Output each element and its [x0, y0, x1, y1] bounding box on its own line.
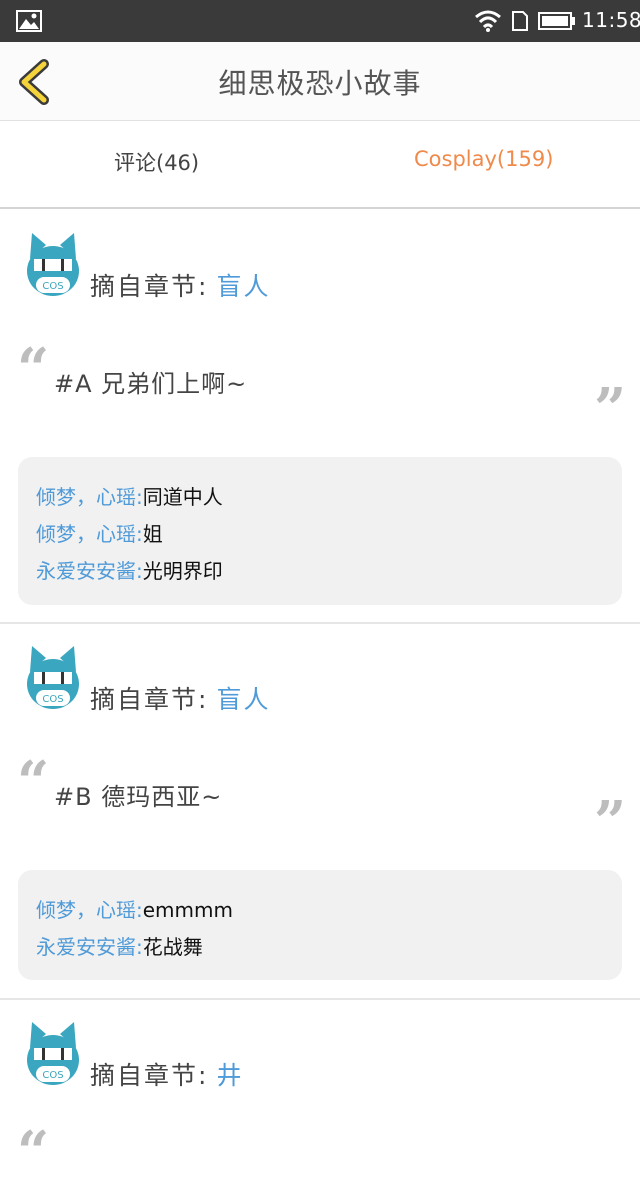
- cos-avatar-icon: COS: [27, 1022, 79, 1085]
- reply-box: 倾梦，心瑶:同道中人 倾梦，心瑶:姐 永爱安安酱:光明界印: [18, 457, 622, 605]
- quote-close-icon: ”: [594, 789, 627, 855]
- tab-bar: 评论(46) Cosplay(159): [0, 121, 640, 209]
- cosplay-post[interactable]: COS 摘自章节: 盲人 “ #A 兄弟们上啊~ ” 倾梦，心瑶:同道中人 倾梦，…: [0, 209, 640, 622]
- chapter-source: 摘自章节: 井: [90, 1061, 244, 1090]
- chapter-link[interactable]: 盲人: [216, 685, 270, 714]
- quote-close-icon: ”: [594, 376, 627, 442]
- status-time: 11:58: [582, 8, 640, 32]
- svg-text:COS: COS: [42, 281, 63, 292]
- reply-item[interactable]: 倾梦，心瑶:emmmm: [36, 894, 233, 923]
- wifi-icon: [475, 10, 501, 32]
- reply-box: 倾梦，心瑶:emmmm 永爱安安酱:花战舞: [18, 870, 622, 980]
- svg-text:COS: COS: [42, 694, 63, 705]
- cos-avatar-icon: COS: [27, 646, 79, 709]
- reply-item[interactable]: 倾梦，心瑶:姐: [36, 518, 163, 547]
- status-bar: 11:58: [0, 0, 640, 42]
- post-quote: #A 兄弟们上啊~: [54, 370, 248, 398]
- chapter-link[interactable]: 盲人: [216, 272, 270, 301]
- post-quote: #B 德玛西亚~: [54, 783, 223, 811]
- cosplay-post[interactable]: COS 摘自章节: 井 “: [0, 1000, 640, 1180]
- chapter-link[interactable]: 井: [216, 1061, 243, 1090]
- reply-item[interactable]: 倾梦，心瑶:同道中人: [36, 481, 223, 510]
- quote-open-icon: “: [17, 749, 50, 815]
- tab-comments[interactable]: 评论(46): [114, 147, 199, 177]
- title-bar: 细思极恐小故事: [0, 42, 640, 121]
- reply-item[interactable]: 永爱安安酱:光明界印: [36, 555, 223, 584]
- reply-item[interactable]: 永爱安安酱:花战舞: [36, 931, 203, 960]
- cosplay-post[interactable]: COS 摘自章节: 盲人 “ #B 德玛西亚~ ” 倾梦，心瑶:emmmm 永爱安…: [0, 624, 640, 998]
- sim-card-icon: [512, 11, 528, 31]
- quote-open-icon: “: [17, 336, 50, 402]
- cos-avatar-icon: COS: [27, 233, 79, 296]
- tab-cosplay[interactable]: Cosplay(159): [414, 147, 553, 171]
- quote-open-icon: “: [17, 1119, 50, 1185]
- svg-text:COS: COS: [42, 1070, 63, 1081]
- chapter-source: 摘自章节: 盲人: [90, 685, 271, 714]
- image-notification-icon: [16, 10, 42, 32]
- page-title: 细思极恐小故事: [218, 67, 422, 100]
- battery-icon: [538, 12, 575, 30]
- chapter-source: 摘自章节: 盲人: [90, 272, 271, 301]
